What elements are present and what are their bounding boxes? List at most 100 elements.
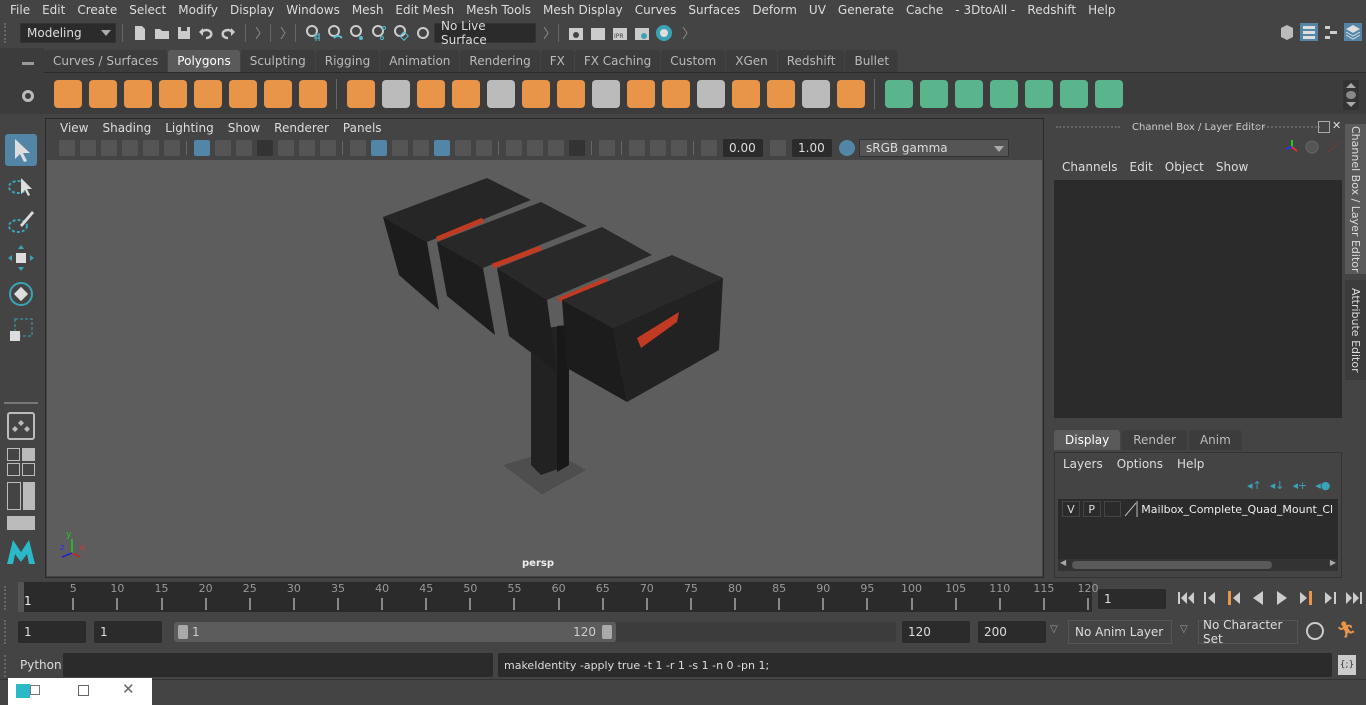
drag-handle[interactable] (4, 23, 18, 43)
menu-curves[interactable]: Curves (629, 3, 683, 17)
playback-end-field[interactable]: 120 (902, 621, 970, 643)
shelf-tab-bullet[interactable]: Bullet (845, 50, 899, 72)
target-weld-icon[interactable] (801, 79, 830, 108)
layer-visibility-toggle[interactable]: V (1062, 501, 1080, 517)
snap-live-icon[interactable] (392, 24, 410, 42)
shelf-tab-curves-surfaces[interactable]: Curves / Surfaces (44, 50, 168, 72)
exposure-field[interactable]: 0.00 (723, 139, 763, 157)
menu-file[interactable]: File (4, 3, 36, 17)
anti-aliasing-icon[interactable] (547, 140, 564, 156)
camera-select-icon[interactable] (58, 140, 75, 156)
new-layer-icon[interactable]: ◂+ (1293, 479, 1308, 492)
hypershade-icon[interactable] (655, 24, 673, 42)
use-all-lights-icon[interactable] (454, 140, 471, 156)
menu-3dtoall[interactable]: - 3DtoAll - (949, 3, 1021, 17)
menu-uv[interactable]: UV (803, 3, 832, 17)
go-to-start-icon[interactable] (1176, 590, 1196, 606)
unfold-uv-icon[interactable] (1024, 79, 1053, 108)
tab-channel-box-layer-editor[interactable]: Channel Box / Layer Editor (1345, 124, 1366, 274)
smooth-icon[interactable] (451, 79, 480, 108)
workspace-dropdown[interactable]: Modeling (20, 23, 116, 43)
render-view-icon[interactable] (567, 24, 585, 42)
range-slider[interactable]: 1 120 (174, 622, 616, 642)
poly-cone-icon[interactable] (158, 79, 187, 108)
snap-view-plane-icon[interactable] (370, 24, 388, 42)
collapse-arrow-icon[interactable] (681, 24, 689, 42)
film-gate-icon[interactable] (214, 140, 231, 156)
auto-key-icon[interactable] (1306, 622, 1324, 640)
motion-blur-icon[interactable] (526, 140, 543, 156)
bevel-icon[interactable] (521, 79, 550, 108)
render-settings-icon[interactable] (633, 24, 651, 42)
fill-hole-icon[interactable] (661, 79, 690, 108)
textured-icon[interactable] (433, 140, 450, 156)
drag-handle[interactable] (4, 620, 14, 644)
wireframe-icon[interactable] (349, 140, 366, 156)
step-forward-frame-icon[interactable] (1320, 590, 1340, 606)
layer-name[interactable]: Mailbox_Complete_Quad_Mount_Clus (1141, 503, 1334, 516)
shadows-icon[interactable] (475, 140, 492, 156)
layer-menu-layers[interactable]: Layers (1063, 457, 1111, 471)
close-icon[interactable]: ✕ (122, 680, 135, 698)
viewport-menu-shading[interactable]: Shading (95, 121, 158, 135)
grease-pencil-icon[interactable] (163, 140, 180, 156)
collapse-arrow-icon[interactable] (254, 24, 262, 42)
merge-icon[interactable] (731, 79, 760, 108)
move-tool[interactable] (5, 242, 37, 274)
menu-windows[interactable]: Windows (280, 3, 346, 17)
channel-box-menu-edit[interactable]: Edit (1124, 160, 1159, 174)
menu-modify[interactable]: Modify (172, 3, 224, 17)
new-layer-selected-icon[interactable]: ◂● (1315, 479, 1330, 492)
animation-preferences-icon[interactable]: 🏃︎ (1336, 620, 1356, 639)
render-current-frame-icon[interactable] (589, 24, 607, 42)
shelf-tab-rigging[interactable]: Rigging (315, 50, 380, 72)
close-icon[interactable]: ✕ (1332, 120, 1344, 132)
shelf-tab-rendering[interactable]: Rendering (460, 50, 540, 72)
layer-display-type-toggle[interactable] (1103, 501, 1122, 517)
make-live-icon[interactable] (414, 24, 432, 42)
outliner-persp-layout-button[interactable] (7, 482, 35, 510)
step-forward-key-icon[interactable] (1296, 590, 1316, 606)
shelf-menu-icon[interactable] (22, 62, 34, 65)
new-scene-icon[interactable] (131, 24, 149, 42)
grid-toggle-icon[interactable] (193, 140, 210, 156)
camera-attributes-icon[interactable] (79, 140, 96, 156)
live-surface-field[interactable]: No Live Surface (434, 19, 536, 47)
smooth-shade-icon[interactable] (370, 140, 387, 156)
layer-row[interactable]: V P Mailbox_Complete_Quad_Mount_Clus (1058, 499, 1338, 519)
triangulate-icon[interactable] (696, 79, 725, 108)
viewport-3d[interactable]: y z x persp (47, 160, 1042, 576)
undo-icon[interactable] (197, 24, 215, 42)
poly-cube-icon[interactable] (88, 79, 117, 108)
image-plane-icon[interactable] (121, 140, 138, 156)
layer-menu-options[interactable]: Options (1117, 457, 1171, 471)
boolean-icon[interactable] (836, 79, 865, 108)
menu-display[interactable]: Display (224, 3, 280, 17)
viewport-menu-view[interactable]: View (53, 121, 95, 135)
channel-box-menu-object[interactable]: Object (1159, 160, 1210, 174)
paint-select-tool[interactable] (5, 206, 37, 238)
2d-pan-zoom-icon[interactable] (142, 140, 159, 156)
poly-torus-icon[interactable] (228, 79, 257, 108)
layer-hscrollbar[interactable]: ◀ ▶ (1058, 558, 1338, 571)
shelf-tab-polygons[interactable]: Polygons (168, 50, 240, 72)
xray-icon[interactable] (628, 140, 645, 156)
go-to-end-icon[interactable] (1344, 590, 1364, 606)
shelf-settings-gear-icon[interactable] (22, 90, 34, 102)
viewport-menu-renderer[interactable]: Renderer (267, 121, 336, 135)
menu-cache[interactable]: Cache (900, 3, 949, 17)
maximize-icon[interactable] (78, 685, 89, 696)
open-scene-icon[interactable] (153, 24, 171, 42)
multicut-icon[interactable] (591, 79, 620, 108)
menu-create[interactable]: Create (71, 3, 123, 17)
menu-edit[interactable]: Edit (36, 3, 71, 17)
gamma-field[interactable]: 1.00 (792, 139, 832, 157)
automatic-uv-icon[interactable] (989, 79, 1018, 108)
scale-tool[interactable] (5, 314, 37, 346)
bridge-icon[interactable] (556, 79, 585, 108)
move-layer-up-icon[interactable]: ◂↑ (1247, 479, 1262, 492)
color-management-toggle-icon[interactable] (838, 140, 855, 156)
poly-pipe-icon[interactable] (298, 79, 327, 108)
gate-mask-icon[interactable] (256, 140, 273, 156)
rotate-tool[interactable] (5, 278, 37, 310)
